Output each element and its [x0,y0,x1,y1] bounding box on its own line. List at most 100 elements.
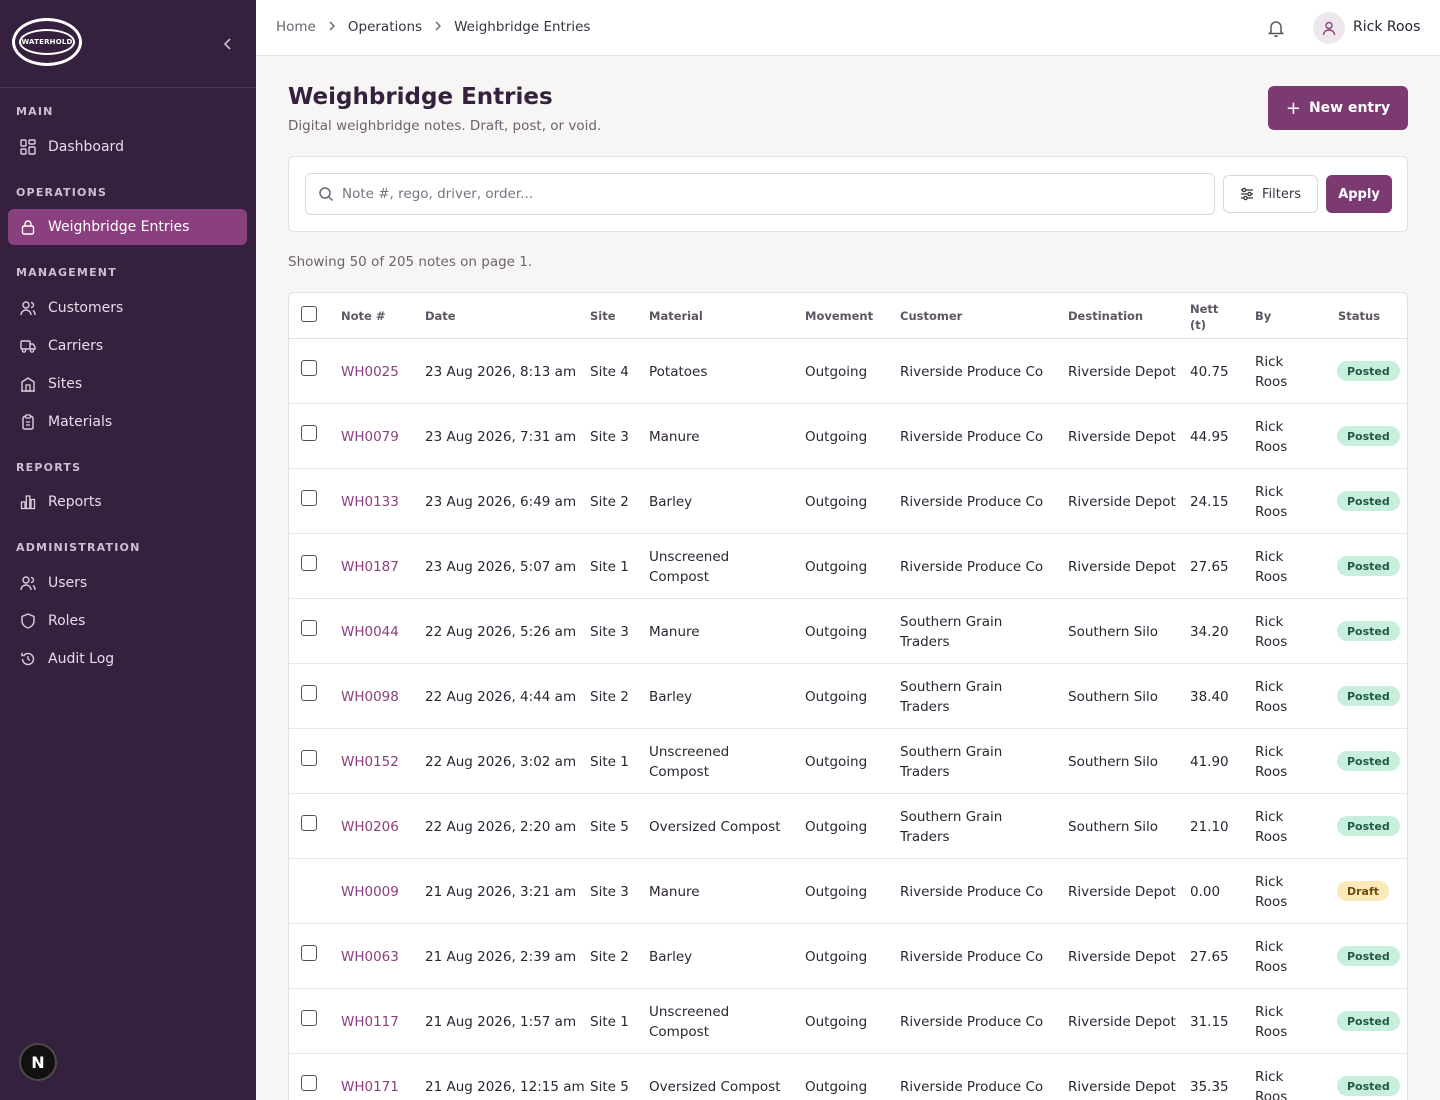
framework-badge[interactable]: N [19,1043,57,1081]
chevron-left-icon [223,38,231,50]
note-link[interactable]: WH0044 [341,622,421,642]
column-by[interactable]: By [1255,309,1271,323]
chevron-right-icon [328,19,336,35]
table-row[interactable]: WH0171 21 Aug 2026, 12:15 am Site 5 Oversiz… [289,1054,1407,1100]
material-cell: Oversized Compost [649,819,781,835]
movement-cell: Outgoing [805,689,868,705]
search-input[interactable] [342,186,1202,202]
note-link[interactable]: WH0187 [341,557,421,577]
row-checkbox[interactable] [301,1075,317,1091]
movement-cell: Outgoing [805,884,868,900]
site-cell: Site 5 [590,819,629,835]
column-date[interactable]: Date [425,309,456,323]
breadcrumb-home[interactable]: Home [276,19,316,35]
column-movement[interactable]: Movement [805,309,873,323]
date-cell: 22 Aug 2026, 4:44 am [425,689,577,705]
destination-cell: Southern Silo [1068,754,1159,770]
page-subtitle: Digital weighbridge notes. Draft, post, … [288,118,602,134]
avatar[interactable] [1313,12,1345,44]
topbar: Home Operations Weighbridge Entries Rick… [256,0,1440,56]
sidebar-item-carriers[interactable]: Carriers [8,328,247,364]
sidebar-item-reports[interactable]: Reports [8,484,247,520]
table-row[interactable]: WH0152 22 Aug 2026, 3:02 am Site 1 Unscreen… [289,729,1407,794]
table-row[interactable]: WH0098 22 Aug 2026, 4:44 am Site 2 Barley Ou… [289,664,1407,729]
column-material[interactable]: Material [649,309,703,323]
apply-button[interactable]: Apply [1326,175,1392,213]
sidebar-item-dashboard[interactable]: Dashboard [8,129,247,165]
site-cell: Site 2 [590,949,629,965]
table-row[interactable]: WH0079 23 Aug 2026, 7:31 am Site 3 Manure Ou… [289,404,1407,469]
row-checkbox[interactable] [301,685,317,701]
sidebar-item-sites[interactable]: Sites [8,366,247,402]
note-link[interactable]: WH0171 [341,1077,421,1097]
sidebar-item-customers[interactable]: Customers [8,290,247,326]
note-link[interactable]: WH0063 [341,947,421,967]
note-link[interactable]: WH0009 [341,882,421,902]
column-customer[interactable]: Customer [900,309,962,323]
filters-button[interactable]: Filters [1223,175,1318,213]
note-link[interactable]: WH0133 [341,492,421,512]
by-cell: Rick Roos [1255,744,1288,780]
column-destination[interactable]: Destination [1068,309,1143,323]
material-cell: Potatoes [649,364,708,380]
user-name[interactable]: Rick Roos [1353,19,1420,35]
note-link[interactable]: WH0206 [341,817,421,837]
note-link[interactable]: WH0098 [341,687,421,707]
destination-cell: Riverside Depot [1068,884,1176,900]
sidebar-item-audit-log[interactable]: Audit Log [8,641,247,677]
row-checkbox[interactable] [301,360,317,376]
nav-section-operations: OPERATIONS [16,186,108,199]
customer-cell: Riverside Produce Co [900,1014,1044,1030]
note-link[interactable]: WH0117 [341,1012,421,1032]
row-checkbox[interactable] [301,425,317,441]
note-link[interactable]: WH0152 [341,752,421,772]
row-checkbox[interactable] [301,620,317,636]
movement-cell: Outgoing [805,754,868,770]
table-row[interactable]: WH0206 22 Aug 2026, 2:20 am Site 5 Oversize… [289,794,1407,859]
note-link[interactable]: WH0025 [341,362,421,382]
table-row[interactable]: WH0009 21 Aug 2026, 3:21 am Site 3 Manure Ou… [289,859,1407,924]
table-row[interactable]: WH0117 21 Aug 2026, 1:57 am Site 1 Unscreen… [289,989,1407,1054]
table-row[interactable]: WH0187 23 Aug 2026, 5:07 am Site 1 Unscreen… [289,534,1407,599]
row-checkbox[interactable] [301,555,317,571]
table-row[interactable]: WH0025 23 Aug 2026, 8:13 am Site 4 Potatoes… [289,339,1407,404]
sidebar-item-users[interactable]: Users [8,565,247,601]
column-status[interactable]: Status [1338,309,1380,323]
select-all-checkbox[interactable] [301,306,317,322]
table-row[interactable]: WH0133 23 Aug 2026, 6:49 am Site 2 Barley Ou… [289,469,1407,534]
column-nett[interactable]: Nett (t) [1190,301,1224,333]
movement-cell: Outgoing [805,494,868,510]
column-site[interactable]: Site [590,309,616,323]
notifications-button[interactable] [1266,18,1286,38]
waterhold-logo[interactable]: WATERHOLD [12,18,82,66]
collapse-sidebar-button[interactable] [218,34,238,54]
table-row[interactable]: WH0044 22 Aug 2026, 5:26 am Site 3 Manure Ou… [289,599,1407,664]
shield-icon [18,611,38,631]
sidebar-item-materials[interactable]: Materials [8,404,247,440]
breadcrumb-current: Weighbridge Entries [454,19,591,35]
nett-cell: 21.10 [1190,819,1229,835]
sidebar-item-roles[interactable]: Roles [8,603,247,639]
row-checkbox[interactable] [301,815,317,831]
row-checkbox[interactable] [301,750,317,766]
row-checkbox[interactable] [301,945,317,961]
destination-cell: Riverside Depot [1068,559,1176,575]
search-box[interactable] [305,173,1215,215]
new-entry-button[interactable]: + New entry [1268,86,1408,130]
chevron-right-icon [434,19,442,35]
date-cell: 23 Aug 2026, 7:31 am [425,429,577,445]
movement-cell: Outgoing [805,559,868,575]
note-link[interactable]: WH0079 [341,427,421,447]
sidebar-item-weighbridge-entries[interactable]: Weighbridge Entries [8,209,247,245]
breadcrumb-operations[interactable]: Operations [348,19,422,35]
row-checkbox[interactable] [301,1010,317,1026]
nett-cell: 40.75 [1190,364,1229,380]
row-checkbox[interactable] [301,490,317,506]
by-cell: Rick Roos [1255,354,1288,390]
column-note[interactable]: Note # [341,309,385,323]
filter-bar: Filters Apply [288,156,1408,232]
by-cell: Rick Roos [1255,809,1288,845]
nett-cell: 34.20 [1190,624,1229,640]
status-badge: Posted [1337,621,1400,641]
table-row[interactable]: WH0063 21 Aug 2026, 2:39 am Site 2 Barley Ou… [289,924,1407,989]
